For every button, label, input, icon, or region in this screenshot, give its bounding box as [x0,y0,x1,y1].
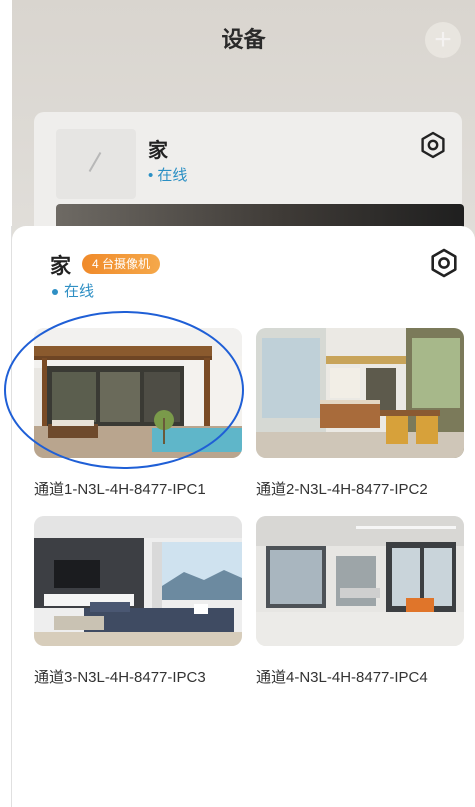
camera-label-4: 通道4-N3L-4H-8477-IPC4 [256,669,428,686]
camera-tile-2[interactable] [256,328,464,458]
home-name: 家 [50,255,71,278]
camera-count-badge: 4 台摄像机 [82,254,161,274]
camera-preview-1 [34,328,242,458]
camera-tile-4[interactable] [256,516,464,646]
camera-preview-4 [256,516,464,646]
camera-tile-3[interactable] [34,516,242,646]
online-status-label: 在线 [64,283,95,300]
settings-button[interactable] [427,246,461,280]
add-device-icon[interactable]: + [425,22,461,58]
camera-label-3: 通道3-N3L-4H-8477-IPC3 [34,669,206,686]
device-card-name: 家 [148,140,168,162]
camera-tile-1[interactable] [34,328,242,458]
camera-label-1: 通道1-N3L-4H-8477-IPC1 [34,481,206,498]
settings-icon[interactable] [418,130,448,160]
device-thumbnail [56,129,136,199]
online-status: 在线 [52,280,94,301]
status-dot [52,289,58,296]
camera-preview-3 [34,516,242,646]
device-card-status: • 在线 [148,167,188,184]
camera-preview-2 [256,328,464,458]
device-sheet: 家 4 台摄像机 在线 通道1-N3L-4H-8477-IPC1 通道2-N3L… [12,226,475,807]
camera-label-2: 通道2-N3L-4H-8477-IPC2 [256,481,428,498]
settings-icon [431,248,457,278]
page-title: 设备 [221,27,266,52]
